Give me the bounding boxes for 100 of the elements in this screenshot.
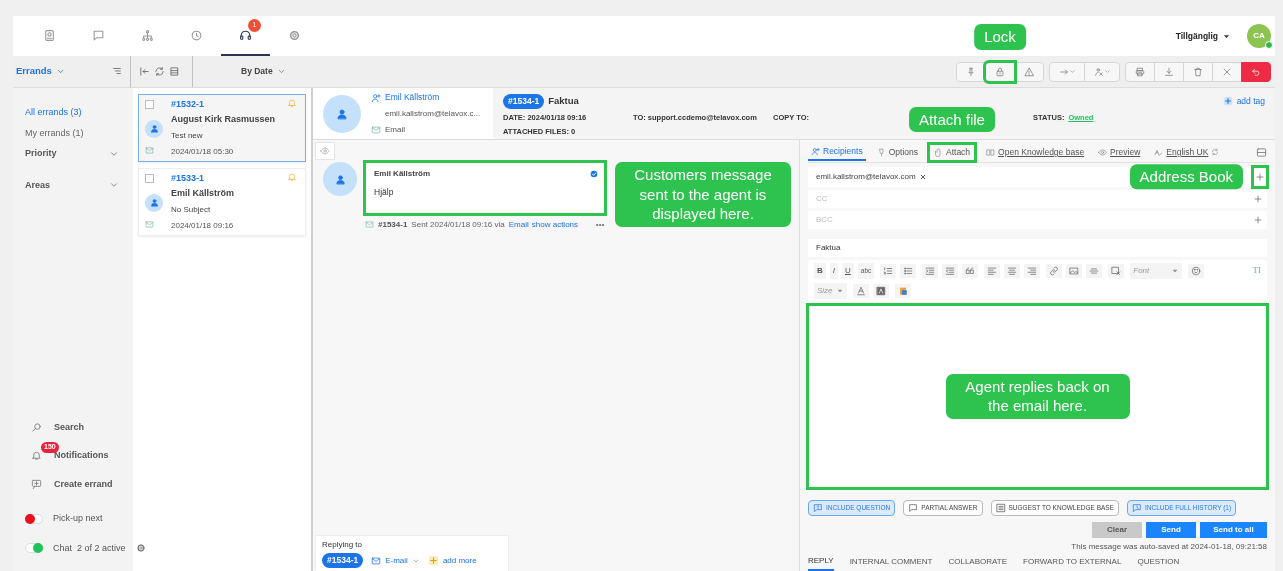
add-recipient-button[interactable] bbox=[1253, 166, 1267, 187]
mode-tab[interactable]: REPLY bbox=[808, 555, 834, 571]
errand-id-badge: #1534-1 bbox=[503, 94, 545, 109]
add-person-icon bbox=[371, 92, 381, 103]
arrow-right-icon bbox=[1058, 66, 1069, 77]
checkbox[interactable] bbox=[145, 174, 154, 183]
layout-icon bbox=[169, 65, 180, 77]
sidebar-item[interactable]: My errands (1) bbox=[25, 126, 133, 140]
send-all-button[interactable]: Send to all bbox=[1200, 522, 1267, 538]
editor-button[interactable] bbox=[1066, 263, 1083, 278]
mode-tab[interactable]: INTERNAL COMMENT bbox=[849, 555, 933, 571]
composer-tab[interactable]: Recipients bbox=[808, 144, 866, 161]
image-icon bbox=[1069, 265, 1080, 276]
editor-button[interactable] bbox=[984, 263, 1001, 278]
editor-button[interactable] bbox=[900, 263, 917, 278]
bell-icon bbox=[287, 172, 297, 182]
sidebar-action[interactable]: Search bbox=[54, 420, 85, 434]
sent-info: Sent 2024/01/18 09:16 via bbox=[411, 218, 505, 231]
search-icon bbox=[31, 421, 42, 433]
hierarchy-icon bbox=[141, 28, 154, 42]
toolbar-button[interactable] bbox=[169, 64, 180, 79]
indent-icon bbox=[925, 265, 936, 276]
editor-button[interactable] bbox=[962, 263, 979, 278]
toggle-switch[interactable] bbox=[25, 513, 43, 524]
send-button[interactable]: Send bbox=[1146, 522, 1196, 538]
toolbar-button[interactable] bbox=[154, 64, 165, 79]
contact-link[interactable]: Emil Källström bbox=[385, 91, 440, 104]
warning-icon bbox=[1024, 66, 1034, 77]
sidebar-group-label[interactable]: Areas bbox=[25, 178, 51, 192]
status-dropdown[interactable]: Tillgänglig bbox=[1175, 29, 1231, 43]
editor-button[interactable] bbox=[1024, 263, 1041, 278]
errand-subject: Faktua bbox=[548, 94, 579, 109]
sidebar-action[interactable]: Create errand bbox=[54, 477, 113, 491]
format-button[interactable]: I bbox=[829, 262, 838, 279]
editor-button[interactable] bbox=[942, 263, 959, 278]
add-more-button[interactable]: add more bbox=[427, 554, 477, 567]
horizontal-rule-icon bbox=[1089, 265, 1100, 276]
printer-icon bbox=[1135, 66, 1145, 77]
headset-icon bbox=[239, 28, 252, 42]
composer-tab[interactable]: Preview bbox=[1095, 145, 1144, 160]
editor-button[interactable] bbox=[922, 263, 939, 278]
format-button[interactable]: B bbox=[814, 262, 826, 279]
filter-icon bbox=[112, 66, 122, 77]
format-button[interactable]: U bbox=[842, 262, 854, 279]
bcc-field[interactable]: BCC bbox=[808, 210, 1249, 229]
emoji-icon bbox=[1191, 265, 1202, 276]
toggle-switch[interactable] bbox=[25, 543, 43, 554]
composer-tab[interactable]: Open Knowledge base bbox=[983, 145, 1088, 160]
template-icon bbox=[1111, 265, 1122, 276]
editor-button[interactable] bbox=[894, 283, 911, 298]
pin-icon bbox=[966, 66, 976, 77]
undo-icon bbox=[1251, 66, 1261, 77]
collapse-panel-button[interactable] bbox=[1256, 146, 1267, 158]
align-right-icon bbox=[1027, 265, 1038, 276]
editor-button[interactable] bbox=[1108, 263, 1125, 278]
composer-tab[interactable]: Options bbox=[873, 145, 921, 160]
editor-button[interactable] bbox=[880, 263, 897, 278]
pin-icon bbox=[876, 147, 886, 157]
editor-button[interactable] bbox=[852, 283, 869, 298]
envelope-icon bbox=[371, 555, 382, 566]
sidebar-item[interactable]: All errands (3) bbox=[25, 106, 133, 120]
editor-button[interactable] bbox=[1046, 263, 1063, 278]
editor-button[interactable] bbox=[1188, 263, 1205, 278]
sidebar-group-label[interactable]: Priority bbox=[25, 147, 57, 161]
message-body: Hjälp bbox=[374, 186, 395, 199]
link-icon bbox=[1049, 265, 1060, 276]
mode-tab[interactable]: QUESTION bbox=[1137, 555, 1180, 571]
chat-icon bbox=[92, 28, 105, 42]
editor-button[interactable] bbox=[1004, 263, 1021, 278]
toolbar-button[interactable] bbox=[1241, 61, 1271, 82]
show-actions-link[interactable]: show actions bbox=[531, 218, 579, 231]
sort-dropdown[interactable]: By Date bbox=[241, 65, 286, 78]
toolbar-button[interactable] bbox=[139, 64, 150, 79]
channel-link[interactable]: Email bbox=[508, 218, 529, 231]
mode-tab[interactable]: COLLABORATE bbox=[948, 555, 1007, 571]
settings-button[interactable] bbox=[135, 543, 146, 554]
composer-tab[interactable]: English UK bbox=[1151, 145, 1223, 160]
editor-button[interactable] bbox=[872, 283, 889, 298]
composer-tab[interactable]: Attach bbox=[929, 144, 976, 161]
avatar-icon bbox=[145, 119, 163, 138]
mode-tab[interactable]: FORWARD TO EXTERNAL bbox=[1023, 555, 1122, 571]
chat-plus-icon bbox=[31, 478, 42, 490]
subject-field[interactable]: Faktua bbox=[808, 238, 1267, 257]
chat-icon bbox=[908, 503, 919, 513]
recipient-chip[interactable]: emil.kallstrom@telavox.com bbox=[816, 170, 926, 183]
quote-icon bbox=[965, 265, 976, 276]
checkbox[interactable] bbox=[145, 100, 154, 109]
view-toggle-button[interactable] bbox=[315, 142, 335, 160]
avatar-icon bbox=[323, 94, 361, 133]
add-tag-button[interactable]: add tag bbox=[1222, 94, 1265, 109]
add-recipient-button[interactable] bbox=[1249, 210, 1267, 229]
errand-id-badge: #1534-1 bbox=[322, 553, 364, 568]
lock-icon bbox=[995, 66, 1005, 77]
channel-dropdown[interactable]: E-mail bbox=[371, 554, 420, 567]
chevron-down-icon bbox=[1103, 68, 1111, 75]
view-dropdown[interactable]: Errands bbox=[16, 64, 76, 79]
errand-card[interactable]: #1532-1 August Kirk Rasmussen Test new 2024/01/18 05:30 bbox=[138, 94, 306, 162]
errand-card[interactable]: #1533-1 Emil Källström No Subject 2024/01/18 09:16 bbox=[138, 168, 306, 236]
add-recipient-button[interactable] bbox=[1249, 189, 1267, 208]
errand-id: #1533-1 bbox=[171, 172, 206, 185]
